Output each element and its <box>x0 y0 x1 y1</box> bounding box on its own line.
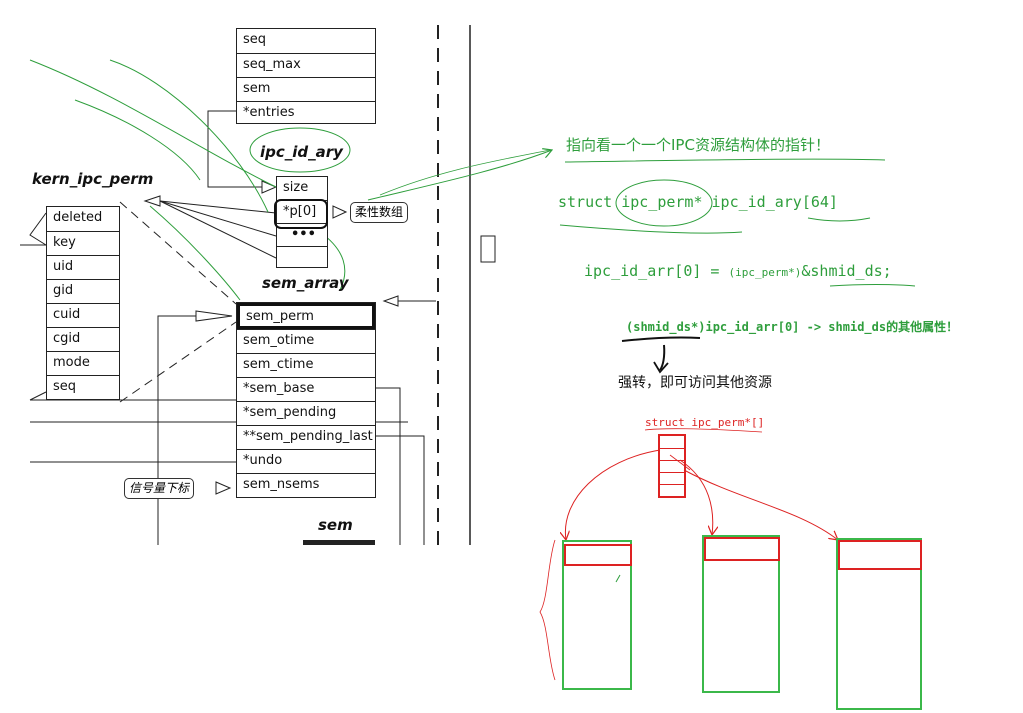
field-sem-ctime: sem_ctime <box>237 353 375 377</box>
field-sem-nsems: sem_nsems <box>237 473 375 499</box>
field-entries: *entries <box>237 101 375 125</box>
ipc-id-ary-title: ipc_id_ary <box>260 143 343 161</box>
cast-note: 强转，即可访问其他资源 <box>618 375 772 391</box>
p0-highlight <box>274 199 328 229</box>
field-empty <box>277 246 327 269</box>
field-undo: *undo <box>237 449 375 473</box>
assign-right: &shmid_ds; <box>801 262 892 280</box>
sem-top-struct: seq seq_max sem *entries <box>236 28 376 124</box>
sem-array-title: sem_array <box>262 274 349 292</box>
resource-struct-2 <box>702 535 780 693</box>
red-array-label: struct ipc_perm*[] <box>645 416 765 429</box>
field-sem-pending: *sem_pending <box>237 401 375 425</box>
field-sem: sem <box>237 77 375 101</box>
sem-array-struct: sem_perm sem_otime sem_ctime *sem_base *… <box>236 302 376 498</box>
field-cuid: cuid <box>47 303 119 327</box>
flexible-array-tag: 柔性数组 <box>350 202 409 223</box>
kern-ipc-perm-title: kern_ipc_perm <box>32 170 154 188</box>
field-key: key <box>47 231 119 255</box>
access-line: (shmid_ds*)ipc_id_arr[0] -> shmid_ds的其他属… <box>626 320 959 334</box>
struct-declaration: struct ipc_perm* ipc_id_ary[64] <box>558 193 838 211</box>
field-gid: gid <box>47 279 119 303</box>
field-size: size <box>283 180 309 195</box>
field-perm-seq: seq <box>47 375 119 401</box>
pointer-array <box>658 434 686 498</box>
resource-struct-2-perm <box>704 537 780 561</box>
field-deleted: deleted <box>53 210 103 225</box>
assign-cast: (ipc_perm*) <box>728 266 802 279</box>
sem-title: sem <box>318 516 353 534</box>
pointer-note: 指向看一个一个IPC资源结构体的指针！ <box>566 136 830 154</box>
assignment-line: ipc_id_arr[0] = (ipc_perm*)&shmid_ds; <box>584 261 892 280</box>
resource-struct-1-perm <box>564 544 632 566</box>
field-seq-max: seq_max <box>237 53 375 77</box>
semaphore-index-tag: 信号量下标 <box>124 478 195 499</box>
field-seq: seq <box>243 32 267 47</box>
resource-struct-3 <box>836 538 922 710</box>
field-cgid: cgid <box>47 327 119 351</box>
kern-ipc-perm-struct: deleted key uid gid cuid cgid mode seq <box>46 206 120 400</box>
resource-struct-1 <box>562 540 632 690</box>
field-sem-perm: sem_perm <box>237 303 375 329</box>
field-sem-pending-last: **sem_pending_last <box>237 425 375 449</box>
assign-left: ipc_id_arr[0] = <box>584 262 729 280</box>
field-sem-base: *sem_base <box>237 377 375 401</box>
resource-struct-3-perm <box>838 540 922 570</box>
field-uid: uid <box>47 255 119 279</box>
field-sem-otime: sem_otime <box>237 329 375 353</box>
field-mode: mode <box>47 351 119 375</box>
